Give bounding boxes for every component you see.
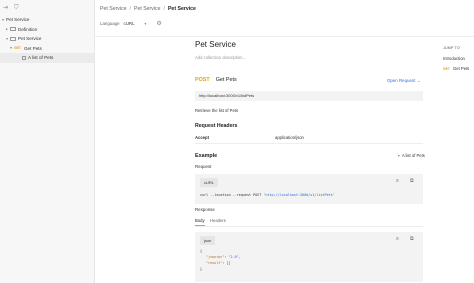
breadcrumb-current: Pet Service bbox=[167, 6, 196, 12]
sidebar-item-get-pets[interactable]: ▾ GET Get Pets bbox=[0, 44, 94, 54]
copy-icon[interactable]: ⧉ bbox=[410, 179, 414, 184]
language-chip[interactable]: cURL bbox=[200, 178, 219, 187]
code-line: "jsonrpc": "2.0", bbox=[206, 255, 241, 259]
breadcrumb-separator: / bbox=[163, 6, 165, 12]
json-value: [] bbox=[226, 261, 231, 265]
curl-prefix: curl --location --request POST ' bbox=[200, 193, 266, 197]
request-description: Retrieve the list of Pets bbox=[195, 108, 239, 113]
open-request-link[interactable]: Open Request → bbox=[387, 78, 421, 83]
request-code-block: cURL ≡ ⧉ curl --location --request POST … bbox=[195, 174, 423, 204]
jump-to-label: Get Pets bbox=[452, 66, 470, 71]
breadcrumb-item[interactable]: Pet Service bbox=[100, 6, 127, 12]
request-label: Request bbox=[195, 164, 212, 169]
sidebar-item-pet-service-folder[interactable]: ▾ Pet Service bbox=[0, 34, 94, 44]
page-title: Pet Service bbox=[195, 40, 236, 49]
breadcrumb-separator: / bbox=[129, 6, 131, 12]
divider bbox=[195, 143, 423, 144]
json-value: "2.0", bbox=[228, 255, 241, 259]
example-selected[interactable]: A list of Pets bbox=[402, 153, 425, 158]
jump-to-nav: JUMP TO Introduction GET Get Pets bbox=[443, 46, 469, 71]
sidebar-item-label: Pet Service bbox=[18, 36, 42, 42]
method-badge: GET bbox=[14, 46, 21, 51]
language-selector[interactable]: Language cURL ▾ ⚙ bbox=[100, 20, 162, 27]
language-value[interactable]: cURL bbox=[124, 21, 135, 26]
filter-icon[interactable]: ⛉ bbox=[14, 5, 19, 11]
sidebar-item-label: A list of Pets bbox=[28, 55, 54, 61]
wrap-icon[interactable]: ≡ bbox=[396, 179, 399, 184]
jump-to-header: JUMP TO bbox=[443, 46, 460, 50]
copy-icon[interactable]: ⧉ bbox=[410, 237, 414, 242]
request-heading: POST Get Pets bbox=[195, 77, 237, 83]
sidebar-item-label: Definition bbox=[18, 26, 38, 32]
tab-headers[interactable]: Headers bbox=[210, 218, 226, 223]
code-line: } bbox=[200, 267, 203, 271]
sidebar-item-label: Get Pets bbox=[23, 45, 42, 51]
code-line: "result": [] bbox=[206, 261, 231, 265]
language-label: Language bbox=[100, 21, 120, 26]
language-chip[interactable]: json bbox=[200, 236, 216, 245]
example-selector[interactable]: ▾ A list of Pets bbox=[398, 153, 425, 158]
request-url: http://localhost:3000/v1/listPets bbox=[195, 91, 423, 101]
response-tabs: Body Headers bbox=[195, 218, 423, 227]
chevron-down-icon[interactable]: ▾ bbox=[145, 22, 147, 26]
collection-description[interactable]: Add collection description... bbox=[195, 55, 246, 60]
tab-body[interactable]: Body bbox=[195, 218, 205, 226]
json-key: "result" bbox=[206, 261, 223, 265]
sidebar: ⇥ ⛉ ▾ Pet Service ▸ Definition ▾ Pet Ser… bbox=[0, 0, 95, 283]
response-label: Response bbox=[195, 207, 215, 212]
jump-to-get-pets[interactable]: GET Get Pets bbox=[443, 66, 469, 71]
sidebar-toolbar: ⇥ ⛉ bbox=[0, 0, 94, 15]
header-value: application/json bbox=[275, 135, 304, 140]
example-title: Example bbox=[195, 153, 218, 159]
method-badge: POST bbox=[195, 77, 210, 83]
chevron-down-icon[interactable]: ▾ bbox=[398, 154, 400, 158]
curl-suffix: ' bbox=[332, 193, 335, 197]
breadcrumb-item[interactable]: Pet Service bbox=[134, 6, 161, 12]
sidebar-item-definition[interactable]: ▸ Definition bbox=[0, 25, 94, 35]
curl-url: http://localhost:3000/v1/listPets bbox=[265, 193, 333, 197]
example-icon bbox=[22, 55, 26, 60]
response-code-block: json ≡ ⧉ { "jsonrpc": "2.0", "result": [… bbox=[195, 232, 423, 282]
folder-icon bbox=[10, 36, 16, 41]
folder-icon bbox=[10, 27, 16, 32]
gear-icon[interactable]: ⚙ bbox=[156, 20, 161, 27]
wrap-icon[interactable]: ≡ bbox=[396, 237, 399, 242]
code-line: curl --location --request POST 'http://l… bbox=[200, 193, 335, 197]
breadcrumb: Pet Service / Pet Service / Pet Service bbox=[100, 6, 196, 12]
json-key: "jsonrpc" bbox=[206, 255, 225, 259]
sidebar-item-label: Pet Service bbox=[6, 17, 30, 23]
request-name: Get Pets bbox=[215, 77, 237, 83]
jump-to-introduction[interactable]: Introduction bbox=[443, 56, 469, 61]
sidebar-item-pet-service[interactable]: ▾ Pet Service bbox=[0, 15, 94, 25]
request-headers-title: Request Headers bbox=[195, 123, 238, 129]
header-key: Accept bbox=[195, 135, 209, 140]
topbar: Pet Service / Pet Service / Pet Service Lang… bbox=[95, 0, 474, 37]
code-line: { bbox=[200, 249, 203, 253]
collapse-icon[interactable]: ⇥ bbox=[3, 5, 8, 11]
method-badge: GET bbox=[443, 67, 450, 71]
sidebar-item-a-list-of-pets[interactable]: A list of Pets bbox=[0, 53, 94, 63]
